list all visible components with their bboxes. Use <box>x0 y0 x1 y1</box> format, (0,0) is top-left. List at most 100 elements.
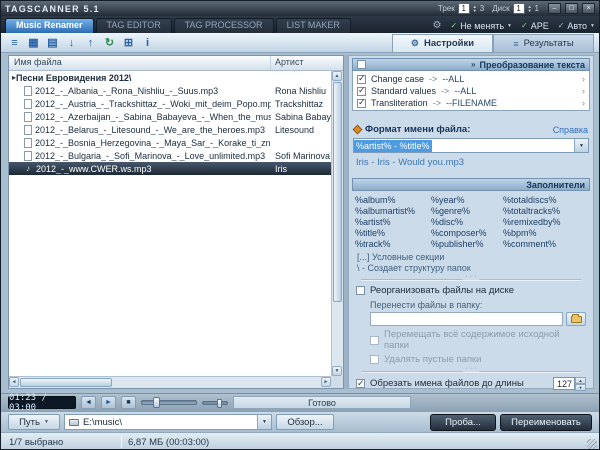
delete-empty-checkrow[interactable]: Удалять пустые папки <box>370 354 586 365</box>
placeholder-item[interactable]: %composer% <box>431 228 503 238</box>
disc-spinbox[interactable]: 1 <box>513 3 525 14</box>
transliteration-checkbox[interactable] <box>357 99 366 108</box>
browse-button[interactable]: Обзор... <box>276 414 334 430</box>
placeholder-item[interactable]: %totaltracks% <box>503 206 587 216</box>
maximize-button[interactable]: □ <box>565 3 578 14</box>
tab-list-maker[interactable]: LIST MAKER <box>276 18 351 33</box>
transform-row-change-case[interactable]: Change case -> --ALL › <box>353 73 589 85</box>
disc-spin-arrows[interactable]: ▲▼ <box>528 5 532 13</box>
placeholder-item[interactable]: %albumartist% <box>355 206 431 216</box>
scroll-up-icon[interactable]: ▲ <box>332 71 342 81</box>
placeholder-item[interactable]: %genre% <box>431 206 503 216</box>
column-header-filename[interactable]: Имя файла <box>9 56 271 70</box>
placeholders-section-header[interactable]: Заполнители <box>352 178 590 191</box>
delete-empty-checkbox[interactable] <box>370 355 379 364</box>
spin-down-icon[interactable]: ▼ <box>473 9 477 13</box>
seek-slider-thumb[interactable] <box>153 397 160 408</box>
placeholder-item[interactable]: %bpm% <box>503 228 587 238</box>
case-mode-dropdown[interactable]: ✓ Не менять ▼ <box>450 21 512 31</box>
placeholder-item[interactable]: %disc% <box>431 217 503 227</box>
file-row[interactable]: 2012_-_Austria_-_Trackshittaz_-_Woki_mit… <box>9 97 331 110</box>
spin-up-icon[interactable]: ▲ <box>575 377 586 384</box>
scroll-down-icon[interactable]: ▼ <box>332 366 342 376</box>
file-row[interactable]: 2012_-_Bosnia_Herzegovina_-_Maya_Sar_-_K… <box>9 136 331 149</box>
info-icon[interactable]: i <box>139 35 156 50</box>
file-row[interactable]: 2012_-_Bulgaria_-_Sofi_Marinova_-_Love_u… <box>9 149 331 162</box>
transform-row-standard-values[interactable]: Standard values -> --ALL › <box>353 85 589 97</box>
move-down-icon[interactable]: ↓ <box>63 35 80 50</box>
placeholder-item[interactable]: %album% <box>355 195 431 205</box>
scroll-left-icon[interactable]: ◄ <box>9 377 19 387</box>
transform-enable-checkbox[interactable] <box>357 60 366 69</box>
minimize-button[interactable]: – <box>548 3 561 14</box>
seek-slider[interactable] <box>141 400 197 405</box>
horizontal-scrollbar[interactable]: ◄ ► <box>9 376 331 388</box>
vertical-scrollbar[interactable]: ▲ ▼ <box>331 71 343 376</box>
truncate-length-spinner[interactable]: 127 ▲ ▼ <box>553 377 586 390</box>
chevron-right-icon[interactable]: › <box>582 74 585 84</box>
vertical-scroll-thumb[interactable] <box>333 82 342 302</box>
scroll-right-icon[interactable]: ► <box>321 377 331 387</box>
truncate-checkbox[interactable] <box>356 379 365 388</box>
placeholder-item[interactable]: %artist% <box>355 217 431 227</box>
path-mode-button[interactable]: Путь ▼ <box>8 414 60 430</box>
transform-row-transliteration[interactable]: Transliteration -> --FILENAME › <box>353 97 589 109</box>
truncate-row[interactable]: Обрезать имена файлов до длины 127 ▲ ▼ <box>356 377 586 390</box>
chevron-right-icon[interactable]: › <box>582 86 585 96</box>
reorganize-checkbox[interactable] <box>356 286 365 295</box>
previous-button[interactable]: ◄ <box>81 396 96 409</box>
placeholder-item[interactable]: %comment% <box>503 239 587 249</box>
move-all-checkbox[interactable] <box>370 336 379 345</box>
standard-values-checkbox[interactable] <box>357 87 366 96</box>
close-button[interactable]: × <box>582 3 595 14</box>
column-header-artist[interactable]: Артист <box>271 56 343 70</box>
placeholder-item[interactable]: %title% <box>355 228 431 238</box>
path-input[interactable]: E:\music\ ▼ <box>64 414 272 430</box>
volume-slider[interactable] <box>202 401 228 405</box>
move-folder-input[interactable] <box>370 312 563 326</box>
spin-down-icon[interactable]: ▼ <box>528 9 532 13</box>
add-icon[interactable]: ⊞ <box>120 35 137 50</box>
auto-dropdown[interactable]: ✓ Авто ▼ <box>558 21 595 31</box>
chevron-down-icon[interactable]: ▼ <box>574 139 588 152</box>
format-input[interactable]: %artist% - %title% ▼ <box>353 138 589 153</box>
tab-tag-editor[interactable]: TAG EDITOR <box>96 18 172 33</box>
tab-tag-processor[interactable]: TAG PROCESSOR <box>174 18 274 33</box>
change-case-checkbox[interactable] <box>357 75 366 84</box>
transform-section-header[interactable]: » Преобразование текста <box>352 58 590 71</box>
chevron-right-icon[interactable]: › <box>582 98 585 108</box>
folder-row[interactable]: ▸ Песни Евровидения 2012\ <box>9 71 331 84</box>
placeholder-item[interactable]: %year% <box>431 195 503 205</box>
tab-settings[interactable]: ⚙ Настройки <box>392 34 493 52</box>
track-spin-arrows[interactable]: ▲▼ <box>473 5 477 13</box>
rename-button[interactable]: Переименовать <box>500 414 592 431</box>
help-link[interactable]: Справка <box>553 125 588 135</box>
spin-down-icon[interactable]: ▼ <box>575 384 586 391</box>
play-button[interactable]: ► <box>101 396 116 409</box>
ape-toggle[interactable]: ✓ АРЕ <box>521 21 549 31</box>
gear-icon[interactable]: ⚙ <box>433 20 442 31</box>
stop-button[interactable]: ■ <box>121 396 136 409</box>
browse-folder-button[interactable] <box>566 312 586 326</box>
file-row[interactable]: 2012_-_Albania_-_Rona_Nishliu_-_Suus.mp3… <box>9 84 331 97</box>
volume-slider-thumb[interactable] <box>217 399 222 408</box>
list-view-icon[interactable]: ≡ <box>6 35 23 50</box>
move-up-icon[interactable]: ↑ <box>82 35 99 50</box>
file-row[interactable]: 2012_-_Belarus_-_Litesound_-_We_are_the_… <box>9 123 331 136</box>
refresh-icon[interactable]: ↻ <box>101 35 118 50</box>
horizontal-scroll-thumb[interactable] <box>20 378 112 387</box>
reorganize-checkrow[interactable]: Реорганизовать файлы на диске <box>356 285 586 296</box>
move-all-checkrow[interactable]: Перемещать всё содержимое исходной папки <box>370 329 586 351</box>
tab-results[interactable]: ≡ Результаты <box>493 34 594 52</box>
tab-music-renamer[interactable]: Music Renamer <box>5 18 94 33</box>
preview-button[interactable]: Проба... <box>430 414 496 431</box>
placeholder-item[interactable]: %track% <box>355 239 431 249</box>
grid-view-icon[interactable]: ▦ <box>25 35 42 50</box>
resize-grip[interactable] <box>587 439 597 449</box>
placeholder-item[interactable]: %remixedby% <box>503 217 587 227</box>
placeholder-item[interactable]: %totaldiscs% <box>503 195 587 205</box>
track-spinbox[interactable]: 1 <box>458 3 470 14</box>
file-row[interactable]: 2012_-_Azerbaijan_-_Sabina_Babayeva_-_Wh… <box>9 110 331 123</box>
chevron-down-icon[interactable]: ▼ <box>257 415 271 429</box>
placeholder-item[interactable]: %publisher% <box>431 239 503 249</box>
